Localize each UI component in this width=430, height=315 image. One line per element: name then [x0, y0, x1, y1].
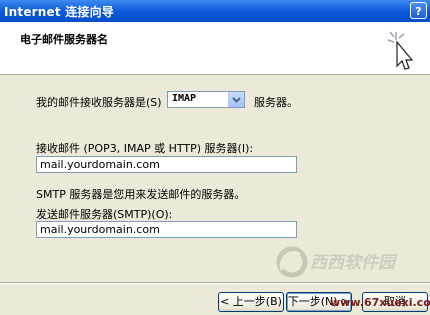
smtp-note: SMTP 服务器是您用来发送邮件的服务器。	[36, 188, 246, 201]
back-button[interactable]: < 上一步(B)	[218, 292, 284, 312]
incoming-server-label: 接收邮件 (POP3, IMAP 或 HTTP) 服务器(I):	[36, 142, 254, 155]
incoming-server-field[interactable]: mail.yourdomain.com	[36, 156, 297, 173]
wizard-header: 电子邮件服务器名	[0, 22, 430, 75]
dropdown-arrow[interactable]	[228, 92, 244, 107]
page-title: 电子邮件服务器名	[20, 33, 108, 46]
site-watermark-logo: 西西软件园	[276, 246, 398, 278]
incoming-type-label: 我的邮件接收服务器是(S)	[36, 96, 162, 109]
chevron-down-icon	[232, 97, 241, 103]
window-title: Internet 连接向导	[4, 5, 114, 19]
incoming-server-type-select[interactable]: IMAP	[167, 91, 245, 108]
help-button[interactable]: ?	[410, 2, 427, 19]
connection-wizard-icon	[387, 31, 414, 70]
svg-text:西西软件园: 西西软件园	[310, 253, 398, 273]
title-bar[interactable]: Internet 连接向导 ?	[0, 0, 430, 22]
watermark-url: www.67xuexi.com	[330, 296, 430, 309]
incoming-server-type-value: IMAP	[172, 93, 197, 104]
outgoing-server-label: 发送邮件服务器(SMTP)(O):	[36, 208, 173, 221]
incoming-type-suffix: 服务器。	[254, 96, 298, 109]
outgoing-server-field[interactable]: mail.yourdomain.com	[36, 221, 297, 238]
footer-divider	[0, 282, 430, 284]
